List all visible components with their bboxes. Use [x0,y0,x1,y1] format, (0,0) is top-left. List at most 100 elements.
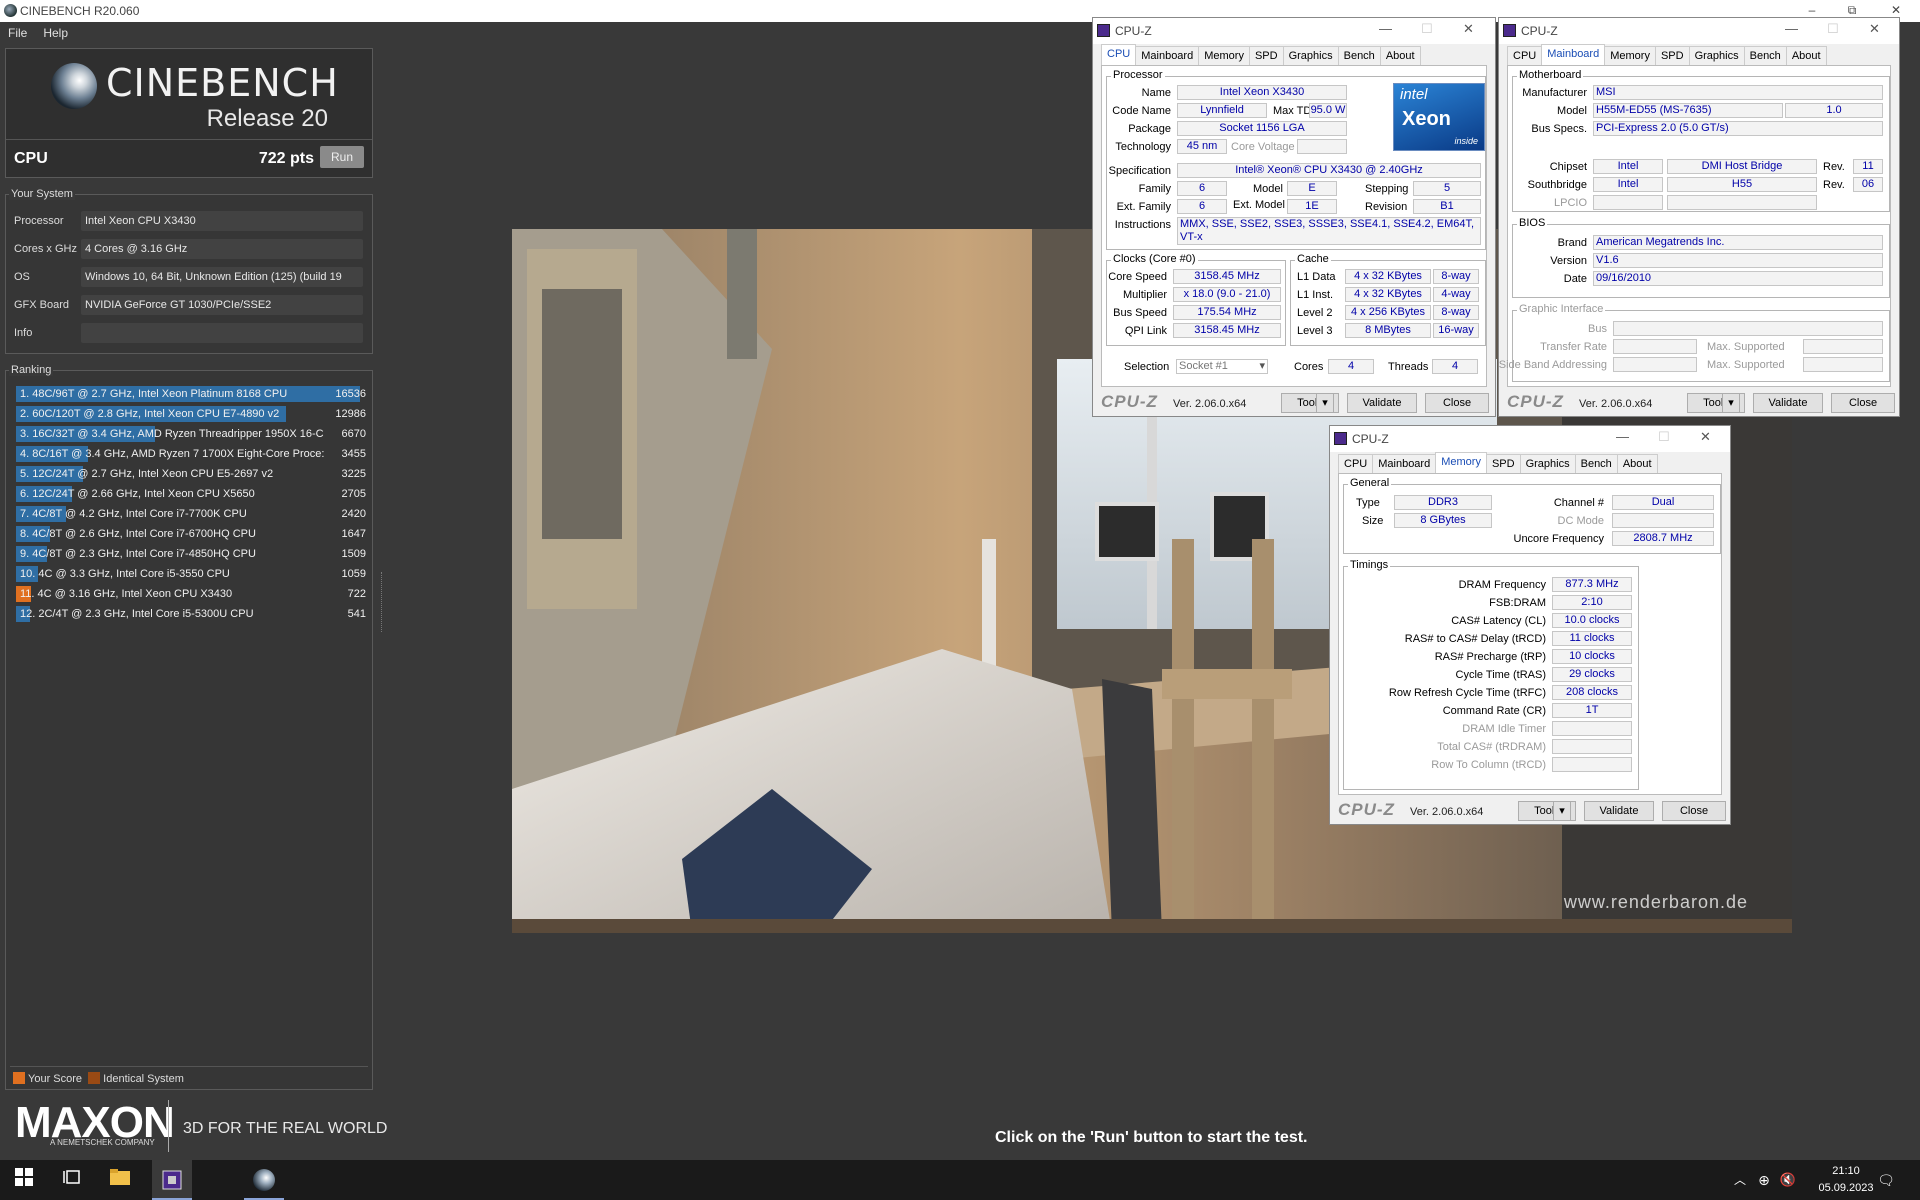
group-title: Graphic Interface [1517,303,1606,315]
cpuz-taskbar-button[interactable] [152,1160,192,1200]
ranking-row[interactable]: 7. 4C/8T @ 4.2 GHz, Intel Core i7-7700K … [16,505,370,523]
close-button[interactable]: ✕ [1700,429,1711,445]
tab-about[interactable]: About [1785,46,1827,65]
qpi-link-value: 3158.45 MHz [1173,323,1281,338]
ranking-row[interactable]: 8. 4C/8T @ 2.6 GHz, Intel Core i7-6700HQ… [16,525,370,543]
graphic-interface-group: Graphic Interface Bus Transfer Rate Max.… [1499,303,1890,382]
group-title: Cache [1295,253,1331,265]
ranking-title: Ranking [9,364,54,376]
tab-memory[interactable]: Memory [1435,452,1487,473]
field-label: Transfer Rate [1540,341,1607,353]
info-value[interactable] [81,323,363,343]
tools-dropdown-arrow[interactable]: ▾ [1553,801,1571,821]
timing-label: DRAM Idle Timer [1462,723,1546,735]
tab-spd[interactable]: SPD [1485,454,1521,473]
cpuz-tabs: CPU Mainboard Memory SPD Graphics Bench About [1101,44,1421,66]
ranking-score: 1059 [341,568,366,580]
system-key: Processor [14,215,64,227]
socket-select[interactable]: Socket #1 ▾ [1176,359,1268,374]
minimize-button[interactable]: — [1379,21,1392,36]
socket-select-value: Socket #1 [1179,360,1228,372]
tab-spd[interactable]: SPD [1248,46,1284,65]
ranking-row[interactable]: 5. 12C/24T @ 2.7 GHz, Intel Xeon CPU E5-… [16,465,370,483]
menu-help[interactable]: Help [35,22,76,40]
close-button[interactable]: ✕ [1463,21,1474,37]
tab-about[interactable]: About [1379,46,1421,65]
tab-cpu[interactable]: CPU [1507,46,1543,65]
tab-bench[interactable]: Bench [1574,454,1618,473]
menu-file[interactable]: File [0,22,35,40]
tab-memory[interactable]: Memory [1198,46,1250,65]
field-label: Size [1362,515,1384,527]
ranking-row[interactable]: 11. 4C @ 3.16 GHz, Intel Xeon CPU X3430 7… [16,585,370,603]
ranking-row[interactable]: 10. 4C @ 3.3 GHz, Intel Core i5-3550 CPU… [16,565,370,583]
field-label: Max. Supported [1707,359,1785,371]
validate-button[interactable]: Validate [1584,801,1654,821]
globe-icon[interactable]: ⊕ [1752,1168,1776,1192]
menu-bar: File Help [0,22,1090,44]
tab-spd[interactable]: SPD [1654,46,1690,65]
tab-graphics[interactable]: Graphics [1688,46,1745,65]
l1-inst-ways: 4-way [1433,287,1479,302]
file-explorer-button[interactable] [108,1168,132,1192]
field-label: Max. Supported [1707,341,1785,353]
max-tdp-value: 95.0 W [1309,103,1347,118]
tab-bench[interactable]: Bench [1337,46,1381,65]
close-dialog-button[interactable]: Close [1831,393,1895,413]
notification-icon[interactable]: 🗨 [1874,1168,1898,1192]
tab-memory[interactable]: Memory [1604,46,1656,65]
ranking-row[interactable]: 2. 60C/120T @ 2.8 GHz, Intel Xeon CPU E7… [16,405,370,423]
validate-button[interactable]: Validate [1753,393,1823,413]
tab-mainboard[interactable]: Mainboard [1135,46,1200,65]
run-button[interactable]: Run [320,146,364,168]
stepping-value: 5 [1413,181,1481,196]
ranking-row[interactable]: 9. 4C/8T @ 2.3 GHz, Intel Core i7-4850HQ… [16,545,370,563]
cpuz-version: Ver. 2.06.0.x64 [1173,398,1247,410]
southbridge-revision-value: 06 [1853,177,1883,192]
tools-dropdown-arrow[interactable]: ▾ [1316,393,1334,413]
tab-bench[interactable]: Bench [1743,46,1787,65]
ranking-legend: Your Score Identical System [13,1072,184,1085]
processor-name-value: Intel Xeon X3430 [1177,85,1347,100]
tab-cpu[interactable]: CPU [1338,454,1374,473]
field-label: Level 3 [1297,325,1333,337]
close-dialog-button[interactable]: Close [1662,801,1726,821]
validate-button[interactable]: Validate [1347,393,1417,413]
tab-about[interactable]: About [1616,454,1658,473]
timing-value: 208 clocks [1552,685,1632,700]
timing-value: 877.3 MHz [1552,577,1632,592]
chevron-up-icon[interactable]: ︿ [1728,1168,1752,1192]
group-title: Timings [1348,559,1391,571]
tab-cpu[interactable]: CPU [1101,44,1137,65]
close-dialog-button[interactable]: Close [1425,393,1489,413]
cpuz-logo: CPU-Z [1101,392,1158,411]
speaker-mute-icon[interactable]: 🔇 [1776,1168,1800,1192]
task-view-button[interactable] [60,1168,84,1192]
ranking-score: 16536 [335,388,366,400]
ranking-row[interactable]: 12. 2C/4T @ 2.3 GHz, Intel Core i5-5300U… [16,605,370,623]
minimize-button[interactable]: — [1616,429,1629,444]
windows-start-button[interactable] [12,1168,36,1192]
ranking-label: 10. 4C @ 3.3 GHz, Intel Core i5-3550 CPU [20,568,230,580]
ranking-row[interactable]: 3. 16C/32T @ 3.4 GHz, AMD Ryzen Threadri… [16,425,370,443]
minimize-button[interactable]: — [1785,21,1798,36]
timing-label: Row Refresh Cycle Time (tRFC) [1388,687,1546,699]
system-clock[interactable]: 21:10 05.09.2023 [1810,1163,1882,1197]
field-label: Bus Specs. [1531,123,1587,135]
cpuz-title: CPU-Z [1352,432,1389,446]
cinebench-taskbar-button[interactable] [244,1160,284,1200]
splitter-handle[interactable] [381,572,383,632]
ranking-row[interactable]: 1. 48C/96T @ 2.7 GHz, Intel Xeon Platinu… [16,385,370,403]
tab-mainboard[interactable]: Mainboard [1541,44,1606,65]
identical-system-label: Identical System [103,1073,184,1085]
ranking-row[interactable]: 6. 12C/24T @ 2.66 GHz, Intel Xeon CPU X5… [16,485,370,503]
ranking-score: 12986 [335,408,366,420]
tab-graphics[interactable]: Graphics [1519,454,1576,473]
cpuz-logo: CPU-Z [1338,800,1395,819]
tools-dropdown-arrow[interactable]: ▾ [1722,393,1740,413]
tab-graphics[interactable]: Graphics [1282,46,1339,65]
close-button[interactable]: ✕ [1869,21,1880,37]
cpuz-window-memory: CPU-Z — ☐ ✕ CPU Mainboard Memory SPD Graphic… [1329,425,1731,825]
tab-mainboard[interactable]: Mainboard [1372,454,1437,473]
ranking-row[interactable]: 4. 8C/16T @ 3.4 GHz, AMD Ryzen 7 1700X E… [16,445,370,463]
